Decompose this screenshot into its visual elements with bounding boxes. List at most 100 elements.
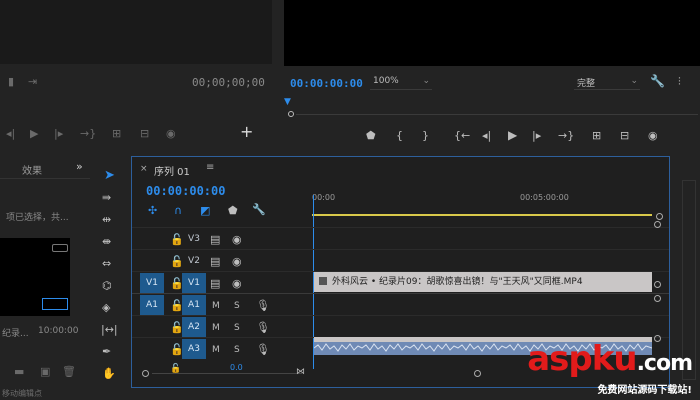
vertical-scroll-bottom[interactable] xyxy=(654,335,661,342)
panel-menu-icon[interactable]: ⫶ xyxy=(678,76,681,88)
program-scrubber[interactable] xyxy=(288,108,698,118)
mark-in-icon[interactable]: { xyxy=(396,130,403,142)
track-name[interactable]: A1 xyxy=(182,295,206,315)
eye-icon[interactable]: ◉ xyxy=(232,234,242,246)
program-timecode[interactable]: 00:00:00:00 xyxy=(290,77,363,90)
linked-selection-icon[interactable]: ◩ xyxy=(200,205,210,217)
go-to-out-icon[interactable]: →} xyxy=(558,130,574,142)
go-to-out-icon[interactable]: →} xyxy=(80,128,96,140)
pen-tool-icon[interactable]: ✒ xyxy=(102,346,111,358)
solo-button[interactable]: S xyxy=(234,322,240,334)
close-icon[interactable]: × xyxy=(140,164,148,174)
slip-tool-icon[interactable]: ◈ xyxy=(102,302,110,314)
ripple-edit-tool-icon[interactable]: ⇹ xyxy=(102,214,111,226)
playhead-marker[interactable]: ▼ xyxy=(284,96,291,108)
mark-out-icon[interactable]: } xyxy=(422,130,429,142)
track-name[interactable]: V2 xyxy=(182,251,206,271)
track-name[interactable]: A2 xyxy=(182,317,206,337)
add-marker-icon[interactable]: ⬟ xyxy=(228,205,238,217)
horizontal-scrollbar[interactable] xyxy=(142,369,302,379)
new-item-icon[interactable]: ▣ xyxy=(40,366,50,378)
track-header-v1[interactable]: V1 🔓 V1 ▤ ◉ xyxy=(132,273,312,295)
selection-tool-icon[interactable]: ➤ xyxy=(104,169,115,182)
rolling-edit-tool-icon[interactable]: ⇼ xyxy=(102,236,111,248)
fx-badge-icon xyxy=(319,277,327,285)
step-back-icon[interactable]: ◂| xyxy=(482,130,491,142)
nest-icon[interactable]: ✣ xyxy=(148,205,157,217)
marker-icon[interactable]: ⬟ xyxy=(366,130,376,142)
tab-sequence[interactable]: 序列 01 xyxy=(154,163,190,178)
mute-button[interactable]: M xyxy=(212,344,220,356)
timeline-timecode[interactable]: 00:00:00:00 xyxy=(146,184,225,198)
overwrite-button[interactable]: ⊟ xyxy=(140,128,149,140)
play-icon[interactable]: ▶ xyxy=(30,128,38,140)
track-header-v2[interactable]: 🔓 V2 ▤ ◉ xyxy=(132,251,312,273)
zoom-handle-icon[interactable]: ⋈ xyxy=(296,366,305,378)
scroll-handle[interactable] xyxy=(656,213,663,220)
track-name[interactable]: A3 xyxy=(182,339,206,359)
vertical-scroll-mid[interactable] xyxy=(654,281,661,288)
tab-menu-icon[interactable]: ≡ xyxy=(206,162,214,173)
mute-button[interactable]: M xyxy=(212,300,220,312)
work-area-bar[interactable] xyxy=(312,214,652,216)
wrench-icon[interactable]: 🔧 xyxy=(252,204,266,216)
track-header-a3[interactable]: 🔓 A3 M S 🎙 xyxy=(132,339,312,361)
track-name[interactable]: V1 xyxy=(182,273,206,293)
snap-icon[interactable]: ∩ xyxy=(174,205,182,217)
step-forward-icon[interactable]: |▸ xyxy=(532,130,541,142)
sync-lock-icon[interactable]: ▤ xyxy=(210,256,220,268)
camera-icon[interactable]: ◉ xyxy=(648,130,658,142)
zoom-dropdown[interactable]: 100% ⌄ xyxy=(370,76,432,90)
clip-thumbnail[interactable] xyxy=(0,238,70,316)
scrub-start-handle[interactable] xyxy=(288,111,294,117)
slide-tool-icon[interactable]: |↔| xyxy=(101,324,118,336)
solo-button[interactable]: S xyxy=(234,300,240,312)
eye-icon[interactable]: ◉ xyxy=(232,256,242,268)
source-patch-a1[interactable]: A1 xyxy=(140,295,164,315)
source-viewer xyxy=(0,0,272,64)
microphone-icon[interactable]: 🎙 xyxy=(256,344,270,356)
step-forward-icon[interactable]: |▸ xyxy=(54,128,63,140)
panel-overflow-icon[interactable]: » xyxy=(76,160,83,173)
lift-icon[interactable]: ⊞ xyxy=(592,130,601,142)
hand-tool-icon[interactable]: ✋ xyxy=(102,368,116,380)
play-icon[interactable]: ▶ xyxy=(508,129,517,141)
chevron-down-icon: ⌄ xyxy=(422,76,430,86)
tab-effects[interactable]: 效果 xyxy=(22,162,42,177)
wrench-icon[interactable]: 🔧 xyxy=(650,75,665,87)
mute-button[interactable]: M xyxy=(212,322,220,334)
track-name[interactable]: V3 xyxy=(182,229,206,249)
vertical-scroll-audio[interactable] xyxy=(654,295,661,302)
solo-button[interactable]: S xyxy=(234,344,240,356)
track-header-v3[interactable]: 🔓 V3 ▤ ◉ xyxy=(132,229,312,251)
quality-value: 完整 xyxy=(577,79,596,89)
film-icon: ▮ xyxy=(8,75,15,88)
quality-dropdown[interactable]: 完整 ⌄ xyxy=(574,76,640,90)
extract-icon[interactable]: ⊟ xyxy=(620,130,629,142)
program-monitor-panel: 00:00:00:00 100% ⌄ 完整 ⌄ 🔧 ⫶ ▼ ⬟ { } {← ◂… xyxy=(278,0,700,150)
scroll-right-handle[interactable] xyxy=(474,370,481,377)
video-clip[interactable]: 外科风云 • 纪录片09：胡歌惊喜出镜！与"王天风"又同框.MP4 xyxy=(314,272,652,292)
microphone-icon[interactable]: 🎙 xyxy=(256,322,270,334)
trash-icon[interactable]: 🗑 xyxy=(62,366,76,378)
folder-icon[interactable]: ▬ xyxy=(14,366,24,378)
camera-icon[interactable]: ◉ xyxy=(166,128,176,140)
add-button-icon[interactable]: + xyxy=(240,124,253,140)
microphone-icon[interactable]: 🎙 xyxy=(256,300,270,312)
track-select-tool-icon[interactable]: ⇛ xyxy=(102,192,111,204)
rate-stretch-tool-icon[interactable]: ⇔ xyxy=(102,258,111,270)
scroll-left-handle[interactable] xyxy=(142,370,149,377)
track-header-a1[interactable]: A1 🔓 A1 M S 🎙 xyxy=(132,295,312,317)
eye-icon[interactable]: ◉ xyxy=(232,278,242,290)
insert-button[interactable]: ⊞ xyxy=(112,128,121,140)
sync-lock-icon[interactable]: ▤ xyxy=(210,278,220,290)
step-back-icon[interactable]: ◂| xyxy=(6,128,15,140)
sync-lock-icon[interactable]: ▤ xyxy=(210,234,220,246)
razor-tool-icon[interactable]: ⌬ xyxy=(102,280,112,292)
watermark-logo: aspku.com 免费网站源码下载站! xyxy=(527,342,693,396)
vertical-scroll-top[interactable] xyxy=(654,221,661,228)
source-patch-v1[interactable]: V1 xyxy=(140,273,164,293)
track-header-a2[interactable]: 🔓 A2 M S 🎙 xyxy=(132,317,312,339)
go-to-in-icon[interactable]: {← xyxy=(454,130,470,142)
time-ruler[interactable]: 00:00 00:05:00:00 xyxy=(312,185,652,219)
